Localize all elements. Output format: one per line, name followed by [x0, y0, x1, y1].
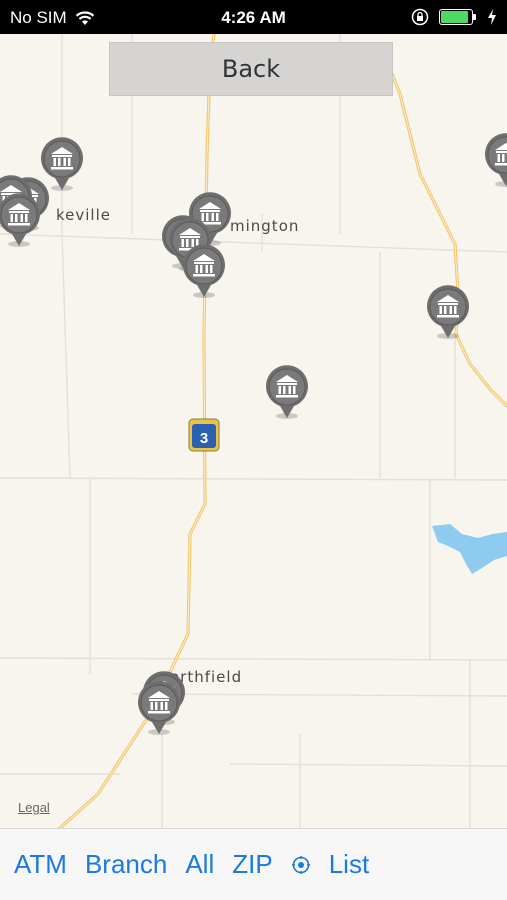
zip-search-button[interactable]: ZIP — [232, 849, 272, 880]
branch-filter-button[interactable]: Branch — [85, 849, 167, 880]
bank-pin[interactable] — [264, 364, 310, 420]
rotation-lock-icon — [411, 8, 429, 26]
atm-filter-button[interactable]: ATM — [14, 849, 67, 880]
legal-link[interactable]: Legal — [18, 800, 50, 815]
back-button[interactable]: Back — [109, 42, 393, 96]
list-view-button[interactable]: List — [329, 849, 369, 880]
bank-icon — [484, 132, 507, 188]
bottom-toolbar: ATM Branch All ZIP List — [0, 828, 507, 900]
all-filter-button[interactable]: All — [185, 849, 214, 880]
bank-pin[interactable] — [0, 192, 42, 248]
place-label-mington: mington — [230, 217, 300, 235]
bank-icon — [0, 192, 41, 248]
bank-pin[interactable] — [136, 680, 182, 736]
bank-pin[interactable] — [425, 284, 471, 340]
bank-pin[interactable] — [181, 243, 227, 299]
bank-icon — [137, 680, 181, 736]
bank-icon — [426, 284, 470, 340]
bank-icon — [182, 243, 226, 299]
locate-me-icon[interactable] — [291, 855, 311, 875]
highway-shield-icon: 3 — [188, 418, 220, 452]
place-label-keville: keville — [56, 206, 111, 224]
bank-pin[interactable] — [483, 132, 507, 188]
map-view[interactable]: keville mington orthfield 3 Legal — [0, 34, 507, 828]
bank-icon — [265, 364, 309, 420]
battery-icon — [439, 9, 477, 25]
highway-number: 3 — [200, 430, 208, 447]
status-bar: No SIM 4:26 AM — [0, 0, 507, 34]
charging-bolt-icon — [488, 9, 496, 25]
